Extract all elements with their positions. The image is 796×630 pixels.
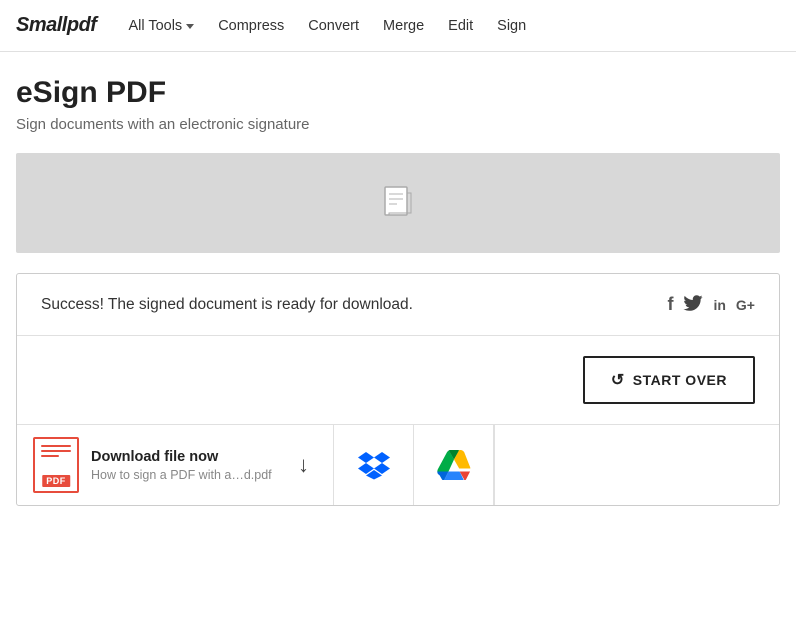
pdf-file-icon: PDF xyxy=(33,437,79,493)
success-box: Success! The signed document is ready fo… xyxy=(16,273,780,506)
logo[interactable]: Smallpdf xyxy=(16,14,96,37)
dropbox-button[interactable] xyxy=(334,425,414,505)
action-area: ↺ START OVER xyxy=(17,336,779,425)
download-subtitle: How to sign a PDF with a…d.pdf xyxy=(91,468,278,482)
google-drive-button[interactable] xyxy=(414,425,494,505)
download-title: Download file now xyxy=(91,449,278,465)
drop-area[interactable] xyxy=(16,153,780,253)
nav-links: All Tools Compress Convert Merge Edit Si… xyxy=(128,17,526,34)
navbar: Smallpdf All Tools Compress Convert Merg… xyxy=(0,0,796,52)
document-placeholder-icon xyxy=(384,186,412,220)
page-subtitle: Sign documents with an electronic signat… xyxy=(16,116,780,133)
download-arrow-button[interactable]: ↓ xyxy=(290,452,317,478)
refresh-icon: ↺ xyxy=(611,370,625,390)
all-tools-label: All Tools xyxy=(128,18,182,34)
empty-cell xyxy=(494,425,779,505)
nav-convert[interactable]: Convert xyxy=(308,18,359,34)
social-icons: f in G+ xyxy=(667,294,755,315)
download-area: PDF Download file now How to sign a PDF … xyxy=(17,425,779,505)
nav-merge[interactable]: Merge xyxy=(383,18,424,34)
nav-edit[interactable]: Edit xyxy=(448,18,473,34)
page-content: eSign PDF Sign documents with an electro… xyxy=(0,52,796,530)
linkedin-icon[interactable]: in xyxy=(713,297,725,313)
success-message: Success! The signed document is ready fo… xyxy=(41,296,413,314)
nav-all-tools[interactable]: All Tools xyxy=(128,18,194,34)
chevron-down-icon xyxy=(186,24,194,29)
download-info: Download file now How to sign a PDF with… xyxy=(91,449,278,482)
googleplus-icon[interactable]: G+ xyxy=(736,297,755,313)
start-over-label: START OVER xyxy=(633,372,727,388)
twitter-icon[interactable] xyxy=(683,295,703,314)
download-main: PDF Download file now How to sign a PDF … xyxy=(17,425,334,505)
nav-compress[interactable]: Compress xyxy=(218,18,284,34)
page-title: eSign PDF xyxy=(16,76,780,110)
facebook-icon[interactable]: f xyxy=(667,294,673,315)
start-over-button[interactable]: ↺ START OVER xyxy=(583,356,755,404)
nav-sign[interactable]: Sign xyxy=(497,18,526,34)
success-top-row: Success! The signed document is ready fo… xyxy=(17,274,779,336)
